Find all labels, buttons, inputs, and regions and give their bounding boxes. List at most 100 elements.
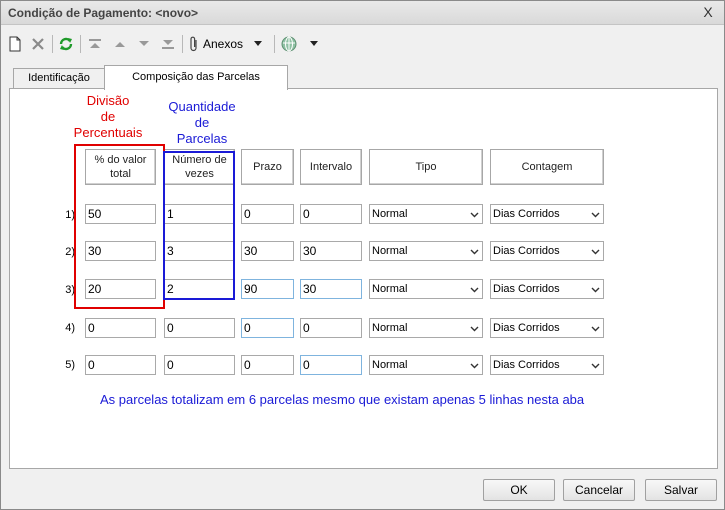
contagem-select[interactable]: Dias Corridos — [490, 204, 604, 224]
percent-input[interactable]: 0 — [85, 355, 156, 375]
contagem-select[interactable]: Dias Corridos — [490, 355, 604, 375]
blue-annotation-line: Quantidade — [168, 99, 236, 114]
title-bar: Condição de Pagamento: <novo> X — [1, 1, 724, 25]
toolbar-separator — [274, 35, 275, 53]
row-number: 1) — [65, 209, 75, 221]
chevron-down-icon — [591, 249, 600, 255]
contagem-select[interactable]: Dias Corridos — [490, 241, 604, 261]
ok-button[interactable]: OK — [483, 479, 555, 501]
tipo-select[interactable]: Normal — [369, 279, 483, 299]
header-percent-line: total — [110, 168, 131, 180]
chevron-down-icon — [591, 363, 600, 369]
chevron-down-icon — [470, 363, 479, 369]
anexos-label: Anexos — [203, 37, 244, 51]
delete-icon[interactable] — [29, 34, 47, 54]
chevron-down-icon — [591, 326, 600, 332]
percent-input[interactable]: 50 — [85, 204, 156, 224]
window-title: Condição de Pagamento: <novo> — [8, 6, 199, 20]
chevron-down-icon — [470, 212, 479, 218]
refresh-icon[interactable] — [57, 34, 75, 54]
toolbar: Anexos — [1, 31, 724, 57]
contagem-value: Dias Corridos — [493, 245, 560, 257]
prev-icon[interactable] — [111, 34, 129, 54]
cancel-button[interactable]: Cancelar — [563, 479, 635, 501]
toolbar-separator — [80, 35, 81, 53]
percent-input[interactable]: 0 — [85, 318, 156, 338]
header-count-line: vezes — [185, 168, 214, 180]
next-icon[interactable] — [135, 34, 153, 54]
last-icon[interactable] — [159, 34, 177, 54]
contagem-value: Dias Corridos — [493, 359, 560, 371]
tipo-select[interactable]: Normal — [369, 241, 483, 261]
tipo-value: Normal — [372, 245, 408, 257]
anexos-button[interactable]: Anexos — [188, 34, 272, 54]
contagem-select[interactable]: Dias Corridos — [490, 279, 604, 299]
save-button[interactable]: Salvar — [645, 479, 717, 501]
annotation-note: As parcelas totalizam em 6 parcelas mesm… — [100, 392, 585, 407]
intervalo-input[interactable]: 30 — [300, 279, 362, 299]
red-annotation-line: Percentuais — [73, 125, 143, 140]
header-intervalo: Intervalo — [300, 149, 362, 185]
contagem-select[interactable]: Dias Corridos — [490, 318, 604, 338]
chevron-down-icon — [591, 287, 600, 293]
dialog-window: Condição de Pagamento: <novo> X Anexos I… — [0, 0, 725, 510]
chevron-down-icon — [470, 287, 479, 293]
row-number: 3) — [65, 284, 75, 296]
tipo-select[interactable]: Normal — [369, 318, 483, 338]
tipo-select[interactable]: Normal — [369, 204, 483, 224]
count-input[interactable]: 3 — [164, 241, 235, 261]
percent-input[interactable]: 20 — [85, 279, 156, 299]
count-input[interactable]: 0 — [164, 355, 235, 375]
blue-annotation-label: Quantidade de Parcelas — [157, 99, 247, 147]
row-number: 5) — [65, 359, 75, 371]
prazo-input[interactable]: 0 — [241, 204, 294, 224]
blue-annotation-line: Parcelas — [176, 131, 228, 146]
tab-identificacao[interactable]: Identificação — [13, 68, 105, 89]
header-percent-line: % do valor — [94, 154, 147, 166]
count-input[interactable]: 1 — [164, 204, 235, 224]
tipo-select[interactable]: Normal — [369, 355, 483, 375]
toolbar-separator — [182, 35, 183, 53]
chevron-down-icon — [470, 326, 479, 332]
header-percent: % do valor total — [85, 149, 156, 185]
blue-annotation-line: de — [194, 115, 210, 130]
prazo-input[interactable]: 90 — [241, 279, 294, 299]
first-icon[interactable] — [86, 34, 104, 54]
row-number: 4) — [65, 322, 75, 334]
header-tipo: Tipo — [369, 149, 483, 185]
chevron-down-icon — [591, 212, 600, 218]
header-count-line: Número de — [172, 154, 227, 166]
intervalo-input[interactable]: 0 — [300, 204, 362, 224]
contagem-value: Dias Corridos — [493, 322, 560, 334]
tipo-value: Normal — [372, 359, 408, 371]
contagem-value: Dias Corridos — [493, 208, 560, 220]
prazo-input[interactable]: 0 — [241, 318, 294, 338]
row-number: 2) — [65, 246, 75, 258]
count-input[interactable]: 2 — [164, 279, 235, 299]
header-prazo: Prazo — [241, 149, 294, 185]
globe-menu-button[interactable] — [280, 34, 320, 54]
chevron-down-icon — [310, 41, 318, 46]
paperclip-icon — [190, 36, 197, 52]
red-annotation-label: Divisão de Percentuais — [63, 93, 153, 141]
prazo-input[interactable]: 0 — [241, 355, 294, 375]
contagem-value: Dias Corridos — [493, 283, 560, 295]
percent-input[interactable]: 30 — [85, 241, 156, 261]
header-contagem: Contagem — [490, 149, 604, 185]
tipo-value: Normal — [372, 208, 408, 220]
intervalo-input[interactable]: 30 — [300, 241, 362, 261]
intervalo-input[interactable]: 0 — [300, 318, 362, 338]
close-icon[interactable]: X — [700, 5, 716, 20]
chevron-down-icon — [254, 41, 263, 46]
prazo-input[interactable]: 30 — [241, 241, 294, 261]
count-input[interactable]: 0 — [164, 318, 235, 338]
tipo-value: Normal — [372, 283, 408, 295]
header-count: Número de vezes — [164, 149, 235, 185]
chevron-down-icon — [470, 249, 479, 255]
toolbar-separator — [52, 35, 53, 53]
red-annotation-line: de — [100, 109, 116, 124]
new-icon[interactable] — [6, 34, 24, 54]
globe-icon — [281, 36, 297, 52]
tab-composicao-das-parcelas[interactable]: Composição das Parcelas — [104, 65, 288, 90]
intervalo-input[interactable]: 0 — [300, 355, 362, 375]
